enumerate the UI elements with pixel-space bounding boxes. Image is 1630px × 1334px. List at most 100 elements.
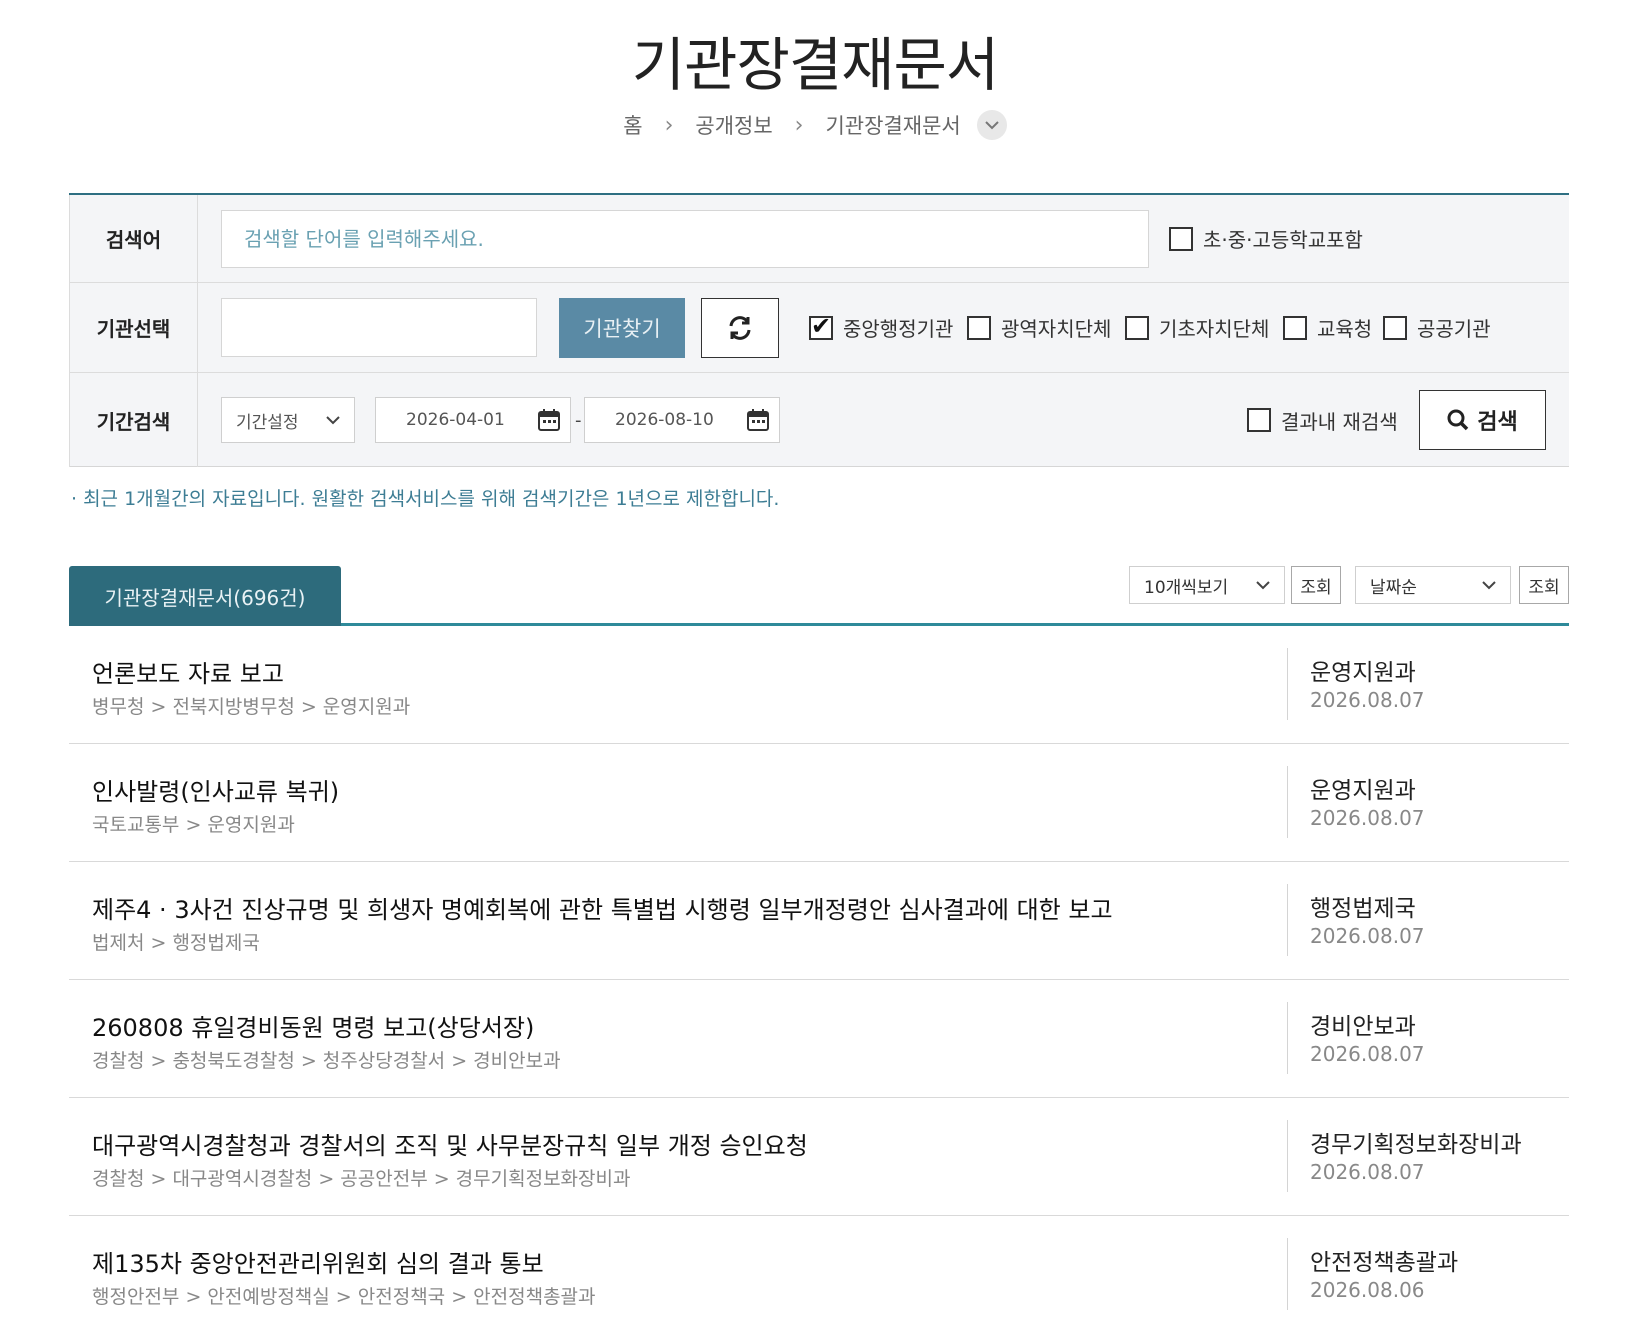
checkbox-box[interactable]: [1169, 226, 1193, 251]
item-title[interactable]: 대구광역시경찰청과 경찰서의 조직 및 사무분장규칙 일부 개정 승인요청: [92, 1126, 808, 1161]
checkbox-box[interactable]: [809, 315, 833, 340]
search-button[interactable]: 검색: [1419, 390, 1546, 450]
item-path: 경찰청 > 대구광역시경찰청 > 공공안전부 > 경무기획정보화장비과: [92, 1168, 631, 1190]
org-input[interactable]: [221, 298, 537, 357]
keyword-row: 검색어 초·중·고등학교포함: [69, 195, 1569, 283]
checkbox-box[interactable]: [967, 315, 991, 340]
item-date: 2026.08.07: [1310, 1042, 1425, 1066]
org-type-public[interactable]: 공공기관: [1383, 313, 1491, 342]
org-row: 기관선택 기관찾기 중앙행정기관 광역자치단체 기초자치단체 교육청: [69, 283, 1569, 373]
org-label: 기관선택: [69, 283, 198, 372]
keyword-input[interactable]: [221, 209, 1149, 268]
per-page-apply-button[interactable]: 조회: [1291, 566, 1341, 604]
divider: [1287, 884, 1288, 956]
period-row: 기간검색 기간설정 2026-04-01 - 2026-08-10 결과내 재검…: [69, 373, 1569, 467]
item-dept: 경비안보과: [1310, 1014, 1416, 1040]
divider: [1287, 648, 1288, 720]
org-type-label: 공공기관: [1417, 317, 1491, 341]
item-title[interactable]: 제주4 · 3사건 진상규명 및 희생자 명예회복에 관한 특별법 시행령 일부…: [92, 890, 1113, 925]
item-date: 2026.08.07: [1310, 924, 1425, 948]
item-path: 행정안전부 > 안전예방정책실 > 안전정책국 > 안전정책총괄과: [92, 1286, 596, 1308]
org-type-label: 광역자치단체: [1001, 317, 1112, 341]
date-to-value: 2026-08-10: [615, 410, 714, 430]
item-path: 병무청 > 전북지방병무청 > 운영지원과: [92, 696, 411, 718]
item-date: 2026.08.07: [1310, 806, 1425, 830]
item-date: 2026.08.06: [1310, 1278, 1425, 1302]
chevron-down-icon: [326, 415, 340, 424]
list-item[interactable]: 인사발령(인사교류 복귀) 국토교통부 > 운영지원과 운영지원과 2026.0…: [69, 744, 1569, 862]
sort-value: 날짜순: [1370, 577, 1417, 598]
per-page-select[interactable]: 10개씩보기: [1129, 566, 1285, 604]
keyword-label: 검색어: [69, 195, 198, 282]
reset-button[interactable]: [701, 297, 779, 358]
item-title[interactable]: 제135차 중앙안전관리위원회 심의 결과 통보: [92, 1244, 544, 1279]
item-title[interactable]: 인사발령(인사교류 복귀): [92, 772, 339, 807]
item-dept: 안전정책총괄과: [1310, 1250, 1459, 1276]
checkbox-box[interactable]: [1383, 315, 1407, 340]
calendar-icon[interactable]: [538, 409, 560, 431]
item-date: 2026.08.07: [1310, 1160, 1425, 1184]
search-form: 검색어 초·중·고등학교포함 기관선택 기관찾기 중앙행정기관 광역자치단체: [69, 193, 1569, 467]
org-type-central[interactable]: 중앙행정기관: [809, 313, 953, 342]
divider: [1287, 1120, 1288, 1192]
item-path: 법제처 > 행정법제국: [92, 932, 260, 954]
checkbox-box[interactable]: [1283, 315, 1307, 340]
chevron-down-icon: [985, 121, 999, 130]
tab-results[interactable]: 기관장결재문서(696건): [69, 566, 341, 626]
per-page-value: 10개씩보기: [1144, 577, 1229, 598]
chevron-right-icon: ›: [794, 112, 804, 138]
breadcrumb-dropdown-button[interactable]: [976, 110, 1007, 140]
search-icon: [1447, 409, 1469, 431]
date-from-field[interactable]: 2026-04-01: [375, 397, 571, 443]
refresh-icon: [729, 315, 751, 340]
checkbox-box[interactable]: [1247, 408, 1271, 432]
list-item[interactable]: 대구광역시경찰청과 경찰서의 조직 및 사무분장규칙 일부 개정 승인요청 경찰…: [69, 1098, 1569, 1216]
org-type-label: 중앙행정기관: [843, 317, 954, 341]
find-org-button[interactable]: 기관찾기: [559, 297, 685, 358]
breadcrumb: 홈 › 공개정보 › 기관장결재문서: [0, 110, 1630, 140]
search-button-label: 검색: [1477, 410, 1518, 435]
date-from-value: 2026-04-01: [406, 410, 505, 430]
item-date: 2026.08.07: [1310, 688, 1425, 712]
period-select-value: 기간설정: [236, 412, 299, 433]
school-include-label: 초·중·고등학교포함: [1203, 228, 1363, 252]
school-include-checkbox[interactable]: 초·중·고등학교포함: [1169, 224, 1363, 253]
chevron-right-icon: ›: [664, 112, 674, 138]
breadcrumb-home[interactable]: 홈: [623, 110, 642, 140]
org-type-label: 교육청: [1317, 317, 1373, 341]
date-to-field[interactable]: 2026-08-10: [584, 397, 780, 443]
org-type-local[interactable]: 기초자치단체: [1125, 313, 1269, 342]
org-type-education[interactable]: 교육청: [1283, 313, 1372, 342]
period-label: 기간검색: [69, 373, 198, 467]
period-select[interactable]: 기간설정: [221, 397, 355, 443]
sort-select[interactable]: 날짜순: [1355, 566, 1511, 604]
research-label: 결과내 재검색: [1281, 409, 1398, 434]
item-path: 경찰청 > 충청북도경찰청 > 청주상당경찰서 > 경비안보과: [92, 1050, 561, 1072]
date-separator: -: [575, 409, 582, 431]
results-header: 기관장결재문서(696건) 10개씩보기 조회 날짜순 조회: [69, 566, 1569, 626]
breadcrumb-current[interactable]: 기관장결재문서: [825, 110, 960, 140]
breadcrumb-public-info[interactable]: 공개정보: [695, 110, 772, 140]
list-item[interactable]: 언론보도 자료 보고 병무청 > 전북지방병무청 > 운영지원과 운영지원과 2…: [69, 626, 1569, 744]
org-type-metro[interactable]: 광역자치단체: [967, 313, 1111, 342]
page-title: 기관장결재문서: [631, 31, 1000, 99]
item-title[interactable]: 언론보도 자료 보고: [92, 654, 284, 689]
sort-apply-button[interactable]: 조회: [1519, 566, 1569, 604]
divider: [1287, 1002, 1288, 1074]
chevron-down-icon: [1482, 580, 1496, 589]
divider: [1287, 766, 1288, 838]
list-item[interactable]: 제주4 · 3사건 진상규명 및 희생자 명예회복에 관한 특별법 시행령 일부…: [69, 862, 1569, 980]
checkbox-box[interactable]: [1125, 315, 1149, 340]
item-dept: 운영지원과: [1310, 660, 1416, 686]
calendar-icon[interactable]: [747, 409, 769, 431]
divider: [1287, 1238, 1288, 1310]
item-title[interactable]: 260808 휴일경비동원 명령 보고(상당서장): [92, 1008, 534, 1043]
list-item[interactable]: 260808 휴일경비동원 명령 보고(상당서장) 경찰청 > 충청북도경찰청 …: [69, 980, 1569, 1098]
research-checkbox[interactable]: 결과내 재검색: [1247, 406, 1398, 435]
search-notice: · 최근 1개월간의 자료입니다. 원활한 검색서비스를 위해 검색기간은 1년…: [71, 488, 780, 510]
chevron-down-icon: [1256, 580, 1270, 589]
item-dept: 행정법제국: [1310, 896, 1416, 922]
org-type-label: 기초자치단체: [1159, 317, 1270, 341]
item-dept: 경무기획정보화장비과: [1310, 1132, 1522, 1158]
list-item[interactable]: 제135차 중앙안전관리위원회 심의 결과 통보 행정안전부 > 안전예방정책실…: [69, 1216, 1569, 1334]
